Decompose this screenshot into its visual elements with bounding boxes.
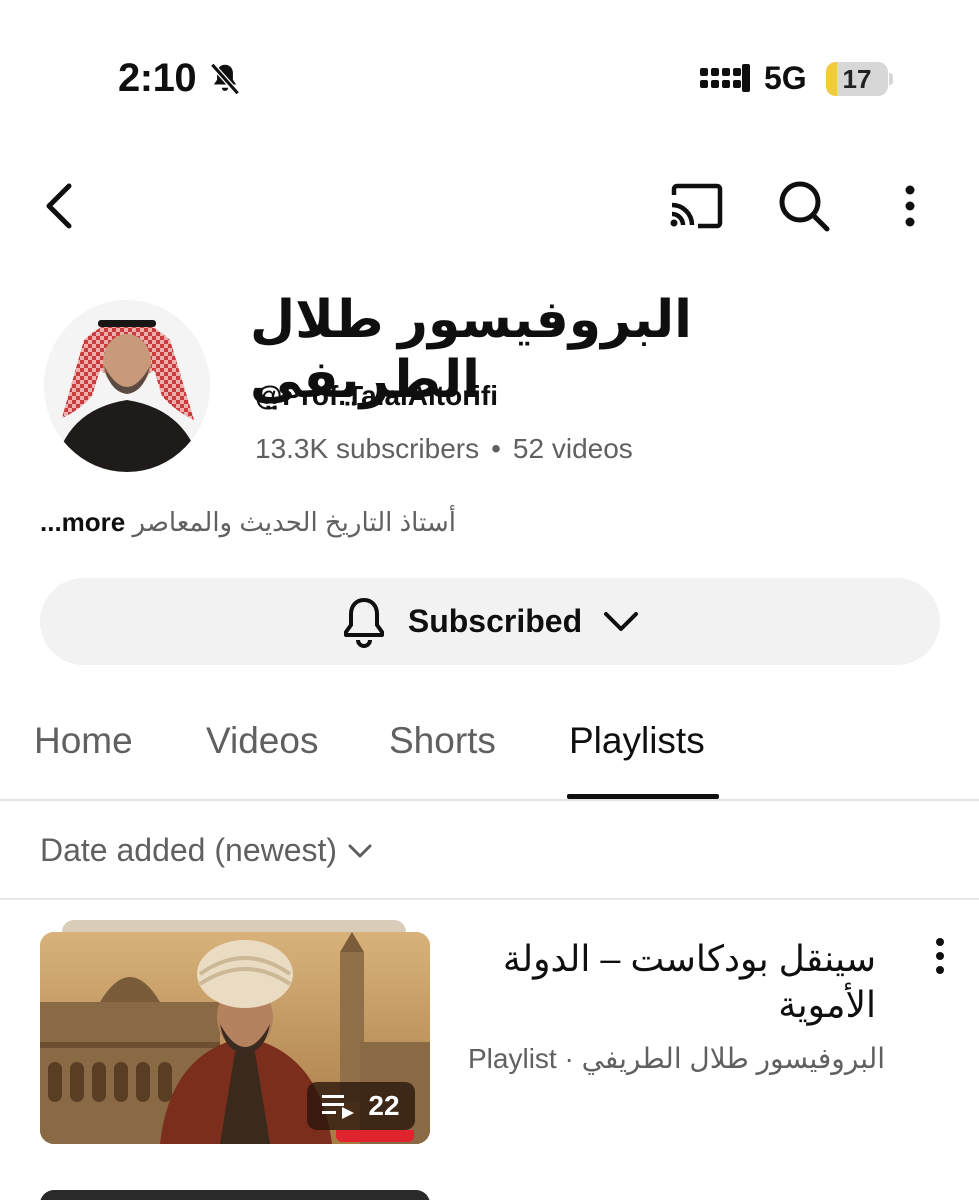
subscribed-label: Subscribed xyxy=(407,603,583,639)
playlist-more-button[interactable] xyxy=(922,934,958,978)
avatar-portrait-image xyxy=(44,300,210,472)
channel-page: 2:10 5G 17 البروفيسور طلال الطريفي @Prof… xyxy=(0,0,979,1200)
channel-description[interactable]: ...more أستاذ التاريخ الحديث والمعاصر xyxy=(40,507,456,538)
status-time: 2:10 xyxy=(118,56,197,100)
bell-icon xyxy=(343,597,384,648)
back-button[interactable] xyxy=(30,176,86,236)
playlist-icon xyxy=(322,1095,355,1119)
sort-dropdown[interactable]: Date added (newest) xyxy=(40,832,373,869)
subscriber-count: 13.3K subscribers xyxy=(255,433,480,464)
playlist-title[interactable]: سينقل بودكاست – الدولة الأموية xyxy=(466,936,876,1028)
network-type: 5G xyxy=(764,60,807,96)
tab-videos[interactable]: Videos xyxy=(206,720,318,762)
battery-indicator: 17 xyxy=(826,62,888,96)
bell-muted-icon xyxy=(210,62,240,96)
chevron-left-icon xyxy=(46,183,72,229)
video-count: 52 videos xyxy=(512,433,633,464)
description-text: أستاذ التاريخ الحديث والمعاصر xyxy=(132,507,456,537)
subscribed-button[interactable]: Subscribed xyxy=(40,578,940,665)
tab-home[interactable]: Home xyxy=(34,720,133,762)
signal-icon xyxy=(700,64,750,92)
cast-icon xyxy=(670,183,723,229)
playlist-video-count: 22 xyxy=(368,1090,400,1121)
search-button[interactable] xyxy=(774,176,834,236)
more-link[interactable]: ...more xyxy=(40,507,125,537)
tab-shorts[interactable]: Shorts xyxy=(389,720,496,762)
chevron-down-icon xyxy=(348,844,372,857)
battery-percent: 17 xyxy=(842,64,872,94)
watch-progress-bar xyxy=(336,1130,414,1142)
more-vertical-icon xyxy=(905,185,915,227)
tab-playlists[interactable]: Playlists xyxy=(569,720,705,762)
playlist-channel: البروفيسور طلال الطريفي xyxy=(581,1043,886,1074)
chevron-down-icon xyxy=(604,611,639,631)
meta-separator: · xyxy=(564,1043,582,1074)
stats-separator: • xyxy=(491,433,501,464)
sort-divider xyxy=(0,898,979,900)
playlist-meta: Playlist · البروفيسور طلال الطريفي xyxy=(468,1042,885,1075)
channel-handle: @Prof.TalalAltorifi xyxy=(255,380,499,411)
tabs-divider xyxy=(0,799,979,801)
channel-stats: 13.3K subscribers • 52 videos xyxy=(255,433,633,465)
playlist-count-badge: 22 xyxy=(307,1082,415,1130)
battery-tip xyxy=(889,73,893,85)
more-vertical-icon xyxy=(936,938,944,974)
playlist-type: Playlist xyxy=(468,1043,557,1074)
next-playlist-thumbnail[interactable] xyxy=(40,1190,430,1200)
channel-avatar[interactable] xyxy=(44,300,210,472)
cast-button[interactable] xyxy=(664,178,728,234)
channel-tabs: Home Videos Shorts Playlists xyxy=(0,700,979,800)
more-options-button[interactable] xyxy=(888,176,932,236)
search-icon xyxy=(779,181,830,232)
sort-label: Date added (newest) xyxy=(40,832,338,868)
